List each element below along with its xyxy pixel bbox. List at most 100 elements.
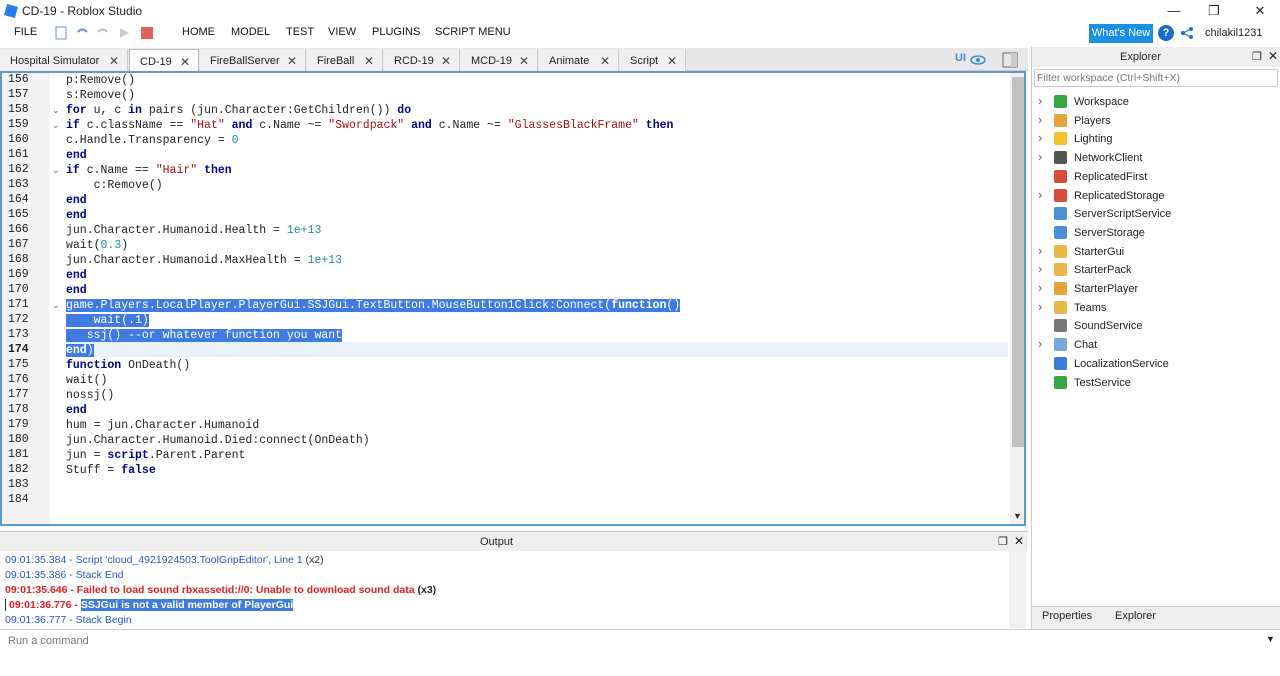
code-line[interactable]: jun.Character.Humanoid.Health = 1e+13 [66, 223, 321, 238]
menu-script-menu[interactable]: SCRIPT MENU [435, 26, 511, 38]
close-explorer-icon[interactable]: ✕ [1268, 49, 1278, 63]
explorer-item-networkclient[interactable]: › NetworkClient [1036, 149, 1276, 167]
close-tab-icon[interactable]: ✕ [364, 54, 374, 68]
code-line[interactable]: jun.Character.Humanoid.MaxHealth = 1e+13 [66, 253, 342, 268]
undo-icon[interactable] [75, 26, 89, 40]
expand-chevron-icon[interactable]: › [1038, 130, 1042, 145]
code-line[interactable]: end [66, 148, 87, 163]
close-window-button[interactable]: ✕ [1246, 2, 1274, 20]
help-icon[interactable]: ? [1158, 25, 1174, 41]
menu-test[interactable]: TEST [286, 26, 314, 38]
code-line[interactable]: nossj() [66, 388, 114, 403]
stop-icon[interactable] [140, 26, 154, 40]
code-line[interactable]: end [66, 268, 87, 283]
username-label[interactable]: chilakil1231 [1205, 27, 1262, 39]
code-line[interactable]: end [66, 193, 87, 208]
explorer-item-serverscriptservice[interactable]: ServerScriptService [1036, 205, 1276, 223]
expand-chevron-icon[interactable]: › [1038, 149, 1042, 164]
code-line[interactable]: end [66, 403, 87, 418]
split-view-icon[interactable] [1002, 52, 1018, 68]
close-output-icon[interactable]: ✕ [1014, 534, 1024, 548]
tab-cd-19[interactable]: CD-19 ✕ [129, 49, 199, 71]
float-panel-icon[interactable]: ❐ [998, 535, 1008, 548]
code-line[interactable]: Stuff = false [66, 463, 156, 478]
explorer-item-localizationservice[interactable]: LocalizationService [1036, 355, 1276, 373]
code-line[interactable]: wait(.1) [66, 313, 149, 328]
code-line[interactable]: c.Handle.Transparency = 0 [66, 133, 239, 148]
tab-properties[interactable]: Properties [1042, 610, 1092, 622]
editor-scroll-thumb[interactable] [1012, 77, 1024, 447]
expand-chevron-icon[interactable]: › [1038, 243, 1042, 258]
menu-plugins[interactable]: PLUGINS [372, 26, 420, 38]
close-tab-icon[interactable]: ✕ [667, 54, 677, 68]
expand-chevron-icon[interactable]: › [1038, 280, 1042, 295]
fold-chevron-icon[interactable]: ⌄ [52, 165, 60, 176]
code-line[interactable]: end) [66, 343, 94, 358]
code-area[interactable]: p:Remove() s:Remove() for u, c in pairs (j… [64, 73, 1008, 524]
explorer-item-soundservice[interactable]: SoundService [1036, 317, 1276, 335]
tab-explorer[interactable]: Explorer [1115, 610, 1156, 622]
tab-mcd-19[interactable]: MCD-19 ✕ [461, 49, 538, 71]
command-input[interactable] [8, 632, 1258, 650]
explorer-item-teams[interactable]: › Teams [1036, 299, 1276, 317]
expand-chevron-icon[interactable]: › [1038, 336, 1042, 351]
expand-chevron-icon[interactable]: › [1038, 93, 1042, 108]
code-line[interactable]: end [66, 208, 87, 223]
fold-chevron-icon[interactable]: ⌄ [52, 105, 60, 116]
play-icon[interactable] [117, 26, 131, 40]
explorer-item-lighting[interactable]: › Lighting [1036, 130, 1276, 148]
tab-hospital-simulator[interactable]: Hospital Simulator ✕ [0, 49, 128, 71]
redo-icon[interactable] [96, 26, 110, 40]
minimize-button[interactable]: — [1160, 2, 1188, 20]
expand-chevron-icon[interactable]: › [1038, 112, 1042, 127]
explorer-item-starterpack[interactable]: › StarterPack [1036, 261, 1276, 279]
output-scrollbar[interactable] [1009, 551, 1026, 628]
code-line[interactable]: c:Remove() [66, 178, 163, 193]
explorer-item-chat[interactable]: › Chat [1036, 336, 1276, 354]
explorer-item-testservice[interactable]: TestService [1036, 374, 1276, 392]
whats-new-button[interactable]: What's New [1089, 24, 1153, 43]
explorer-item-workspace[interactable]: › Workspace [1036, 93, 1276, 111]
menu-model[interactable]: MODEL [231, 26, 270, 38]
explorer-item-serverstorage[interactable]: ServerStorage [1036, 224, 1276, 242]
close-tab-icon[interactable]: ✕ [287, 54, 297, 68]
ui-visibility-toggle[interactable]: UI [955, 52, 966, 64]
tab-animate[interactable]: Animate ✕ [539, 49, 619, 71]
tab-fireballserver[interactable]: FireBallServer ✕ [200, 49, 306, 71]
close-tab-icon[interactable]: ✕ [441, 54, 451, 68]
maximize-button[interactable]: ❐ [1200, 2, 1228, 20]
tab-rcd-19[interactable]: RCD-19 ✕ [384, 49, 460, 71]
code-line[interactable]: if c.Name == "Hair" then [66, 163, 232, 178]
explorer-item-replicatedstorage[interactable]: › ReplicatedStorage [1036, 187, 1276, 205]
menu-home[interactable]: HOME [182, 26, 215, 38]
code-line[interactable]: function OnDeath() [66, 358, 190, 373]
float-panel-icon[interactable]: ❐ [1252, 50, 1262, 63]
code-line[interactable]: for u, c in pairs (jun.Character:GetChil… [66, 103, 411, 118]
expand-chevron-icon[interactable]: › [1038, 187, 1042, 202]
menu-view[interactable]: VIEW [328, 26, 356, 38]
scroll-down-icon[interactable]: ▼ [1013, 511, 1022, 521]
expand-chevron-icon[interactable]: › [1038, 261, 1042, 276]
close-tab-icon[interactable]: ✕ [109, 54, 119, 68]
fold-chevron-icon[interactable]: ⌄ [52, 300, 60, 311]
code-line[interactable]: wait() [66, 373, 107, 388]
code-line[interactable]: jun.Character.Humanoid.Died:connect(OnDe… [66, 433, 370, 448]
fold-chevron-icon[interactable]: ⌄ [52, 120, 60, 131]
code-line[interactable]: wait(0.3) [66, 238, 128, 253]
close-tab-icon[interactable]: ✕ [180, 55, 190, 69]
close-tab-icon[interactable]: ✕ [519, 54, 529, 68]
explorer-item-players[interactable]: › Players [1036, 112, 1276, 130]
close-tab-icon[interactable]: ✕ [600, 54, 610, 68]
tab-script[interactable]: Script ✕ [620, 49, 686, 71]
eye-icon[interactable] [970, 54, 986, 66]
expand-chevron-icon[interactable]: › [1038, 299, 1042, 314]
tab-fireball[interactable]: FireBall ✕ [307, 49, 383, 71]
new-file-icon[interactable] [54, 26, 68, 40]
explorer-filter-input[interactable] [1034, 69, 1278, 87]
code-line[interactable]: p:Remove() [66, 73, 135, 88]
explorer-item-replicatedfirst[interactable]: ReplicatedFirst [1036, 168, 1276, 186]
menu-file[interactable]: FILE [14, 26, 37, 38]
code-line[interactable]: s:Remove() [66, 88, 135, 103]
code-line[interactable]: end [66, 283, 87, 298]
code-line[interactable]: if c.className == "Hat" and c.Name ~= "S… [66, 118, 673, 133]
